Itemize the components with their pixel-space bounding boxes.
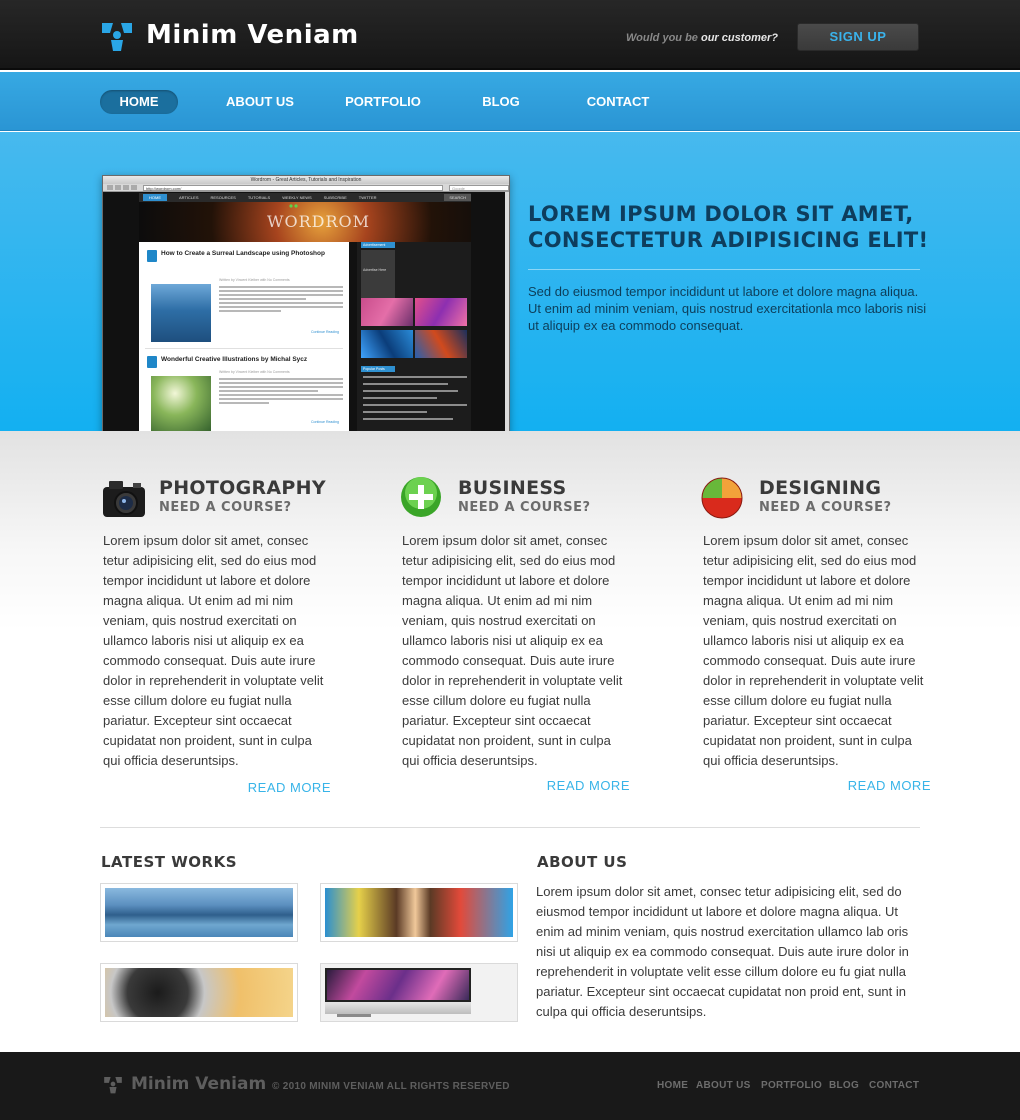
plus-circle-icon (401, 477, 441, 517)
screenshot-content: How to Create a Surreal Landscape using … (139, 242, 349, 431)
hero-body: Sed do eiusmod tempor incididunt ut labo… (528, 284, 927, 333)
camera-lens-thumbnail (105, 968, 293, 1017)
screenshot-nav: HOME ARTICLES RESOURCES TUTORIALS WEEKLY… (139, 193, 471, 202)
footer-nav-blog[interactable]: BLOG (829, 1080, 859, 1091)
screenshot-toolbar: http://wordrom.com/ Google (103, 184, 509, 192)
screenshot-post: How to Create a Surreal Landscape using … (147, 250, 347, 342)
about-us-title: ABOUT US (537, 853, 628, 871)
screenshot-post-meta: Written by Vincent Kleiber with No Comme… (219, 278, 290, 282)
colorful-portrait-thumbnail (325, 888, 513, 937)
nav-about-us[interactable]: ABOUT US (220, 90, 300, 114)
nav-blog[interactable]: BLOG (476, 90, 526, 114)
copyright: © 2010 MINIM VENIAM ALL RIGHTS RESERVED (272, 1081, 510, 1092)
hero-heading-line: CONSECTETUR ADIPISICING ELIT! (528, 228, 929, 252)
nav-contact[interactable]: CONTACT (582, 90, 654, 114)
hero-heading-line: LOREM IPSUM DOLOR SIT AMET, (528, 202, 914, 226)
section-divider (100, 827, 920, 828)
feature-body: Lorem ipsum dolor sit amet, consec tetur… (703, 533, 924, 768)
screenshot-post-meta: Written by Vincent Kleiber with No Comme… (219, 370, 290, 374)
feature-body: Lorem ipsum dolor sit amet, consec tetur… (402, 533, 623, 768)
mountain-lake-thumbnail (105, 888, 293, 937)
work-thumbnail-imac[interactable] (320, 963, 518, 1022)
nav-portfolio[interactable]: PORTFOLIO (340, 90, 426, 114)
footer-logo[interactable]: Minim Veniam (103, 1074, 266, 1094)
hero-heading: LOREM IPSUM DOLOR SIT AMET, CONSECTETUR … (528, 201, 938, 253)
read-more-link[interactable]: READ MORE (848, 778, 931, 793)
radiation-logo-icon (102, 23, 132, 51)
work-thumbnail-mountains[interactable] (100, 883, 298, 942)
screenshot-continue: Continue Reading (310, 420, 339, 424)
customer-prompt: Would you be our customer? (626, 32, 778, 44)
screenshot-sidebar-tab: Advertisement (361, 242, 395, 248)
read-more-link[interactable]: READ MORE (248, 780, 331, 795)
cta-lead: Would you be (626, 32, 698, 44)
screenshot-post: Wonderful Creative Illustrations by Mich… (147, 356, 347, 431)
feature-subtitle: NEED A COURSE? (458, 500, 591, 515)
footer-nav-portfolio[interactable]: PORTFOLIO (761, 1080, 822, 1091)
pie-chart-icon (701, 477, 743, 519)
screenshot-window-title: Wordrom - Great Articles, Tutorials and … (103, 176, 509, 184)
screenshot-banner-word: WORDROM (267, 212, 370, 231)
screenshot-post-title: How to Create a Surreal Landscape using … (161, 250, 325, 257)
main-nav: HOME ABOUT US PORTFOLIO BLOG CONTACT (0, 72, 1020, 131)
brand-logo[interactable]: Minim Veniam (100, 18, 359, 52)
shot-search-button: SEARCH (444, 194, 471, 201)
features-section: PHOTOGRAPHY NEED A COURSE? Lorem ipsum d… (0, 431, 1020, 831)
hero-divider (528, 269, 920, 270)
footer-radiation-logo-icon (104, 1076, 122, 1094)
footer-nav-contact[interactable]: CONTACT (869, 1080, 919, 1091)
screenshot-popular-tab: Popular Posts (361, 366, 395, 372)
feature-title: DESIGNING (759, 477, 882, 499)
brand-name: Minim Veniam (146, 20, 359, 50)
latest-works-title: LATEST WORKS (101, 853, 238, 871)
nav-home[interactable]: HOME (100, 90, 178, 114)
about-us-body: Lorem ipsum dolor sit amet, consec tetur… (536, 884, 909, 1019)
footer-nav-home[interactable]: HOME (657, 1080, 688, 1091)
feature-title: PHOTOGRAPHY (159, 477, 326, 499)
footer-nav-about-us[interactable]: ABOUT US (696, 1080, 751, 1091)
website-screenshot[interactable]: Wordrom - Great Articles, Tutorials and … (102, 175, 510, 431)
screenshot-banner: WORDROM (139, 202, 471, 242)
shot-nav-item: HOME (143, 194, 167, 201)
screenshot-scrollbar (505, 192, 509, 431)
hero-banner: Wordrom - Great Articles, Tutorials and … (0, 132, 1020, 431)
shot-nav-item: ARTICLES (179, 195, 199, 200)
screenshot-post-title: Wonderful Creative Illustrations by Mich… (161, 356, 308, 363)
work-thumbnail-portrait[interactable] (320, 883, 518, 942)
site-footer: Minim Veniam © 2010 MINIM VENIAM ALL RIG… (0, 1052, 1020, 1120)
screenshot-continue: Continue Reading (310, 330, 339, 334)
shot-nav-item: WEEKLY NEWS (282, 195, 312, 200)
screenshot-url: http://wordrom.com/ (143, 184, 443, 191)
shot-nav-item: RESOURCES (210, 195, 236, 200)
screenshot-search: Google (449, 184, 509, 191)
shot-nav-item: SUBSCRIBE (323, 195, 347, 200)
sign-up-button[interactable]: SIGN UP (797, 23, 919, 51)
feature-subtitle: NEED A COURSE? (759, 500, 892, 515)
feature-title: BUSINESS (458, 477, 567, 499)
screenshot-ad: Advertise Here (361, 250, 395, 298)
work-thumbnail-lens[interactable] (100, 963, 298, 1022)
footer-brand: Minim Veniam (131, 1074, 267, 1094)
shot-nav-item: TUTORIALS (247, 195, 271, 200)
shot-nav-item: TWITTER (358, 195, 377, 200)
imac-thumbnail (325, 968, 513, 1017)
camera-icon (103, 481, 145, 517)
screenshot-sidebar: Advertisement Advertise Here Popular Pos… (357, 242, 471, 431)
read-more-link[interactable]: READ MORE (547, 778, 630, 793)
feature-body: Lorem ipsum dolor sit amet, consec tetur… (103, 533, 324, 768)
cta-strong: our customer? (700, 32, 778, 44)
top-header: Minim Veniam Would you be our customer? … (0, 0, 1020, 70)
feature-subtitle: NEED A COURSE? (159, 500, 292, 515)
